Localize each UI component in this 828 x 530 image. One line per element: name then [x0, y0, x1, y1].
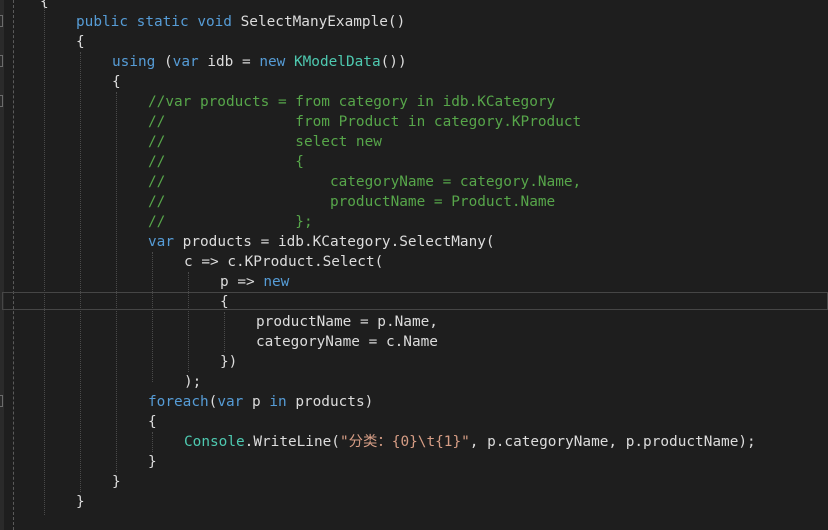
code-token: }	[148, 454, 157, 470]
code-token: new	[263, 274, 290, 290]
code-token: foreach	[148, 394, 209, 410]
code-token: // categoryName = category.Name,	[148, 174, 582, 190]
indent-guide	[116, 92, 117, 472]
code-token: var	[172, 54, 199, 70]
code-line[interactable]: // productName = Product.Name	[148, 192, 555, 212]
code-line[interactable]: }	[112, 472, 121, 492]
code-line[interactable]: public static void SelectManyExample()	[76, 12, 405, 32]
code-line[interactable]: {	[148, 412, 157, 432]
code-token: {	[40, 0, 49, 10]
code-token: KModelData	[293, 54, 381, 70]
code-token: static	[136, 14, 189, 30]
outlining-line	[13, 0, 14, 530]
collapse-marker[interactable]	[0, 395, 3, 407]
code-line[interactable]: p => new	[220, 272, 289, 292]
code-line[interactable]: Console.WriteLine("分类：{0}\t{1}", p.categ…	[184, 432, 756, 452]
code-line[interactable]: //var products = from category in idb.KC…	[148, 92, 555, 112]
indent-guide	[188, 272, 189, 372]
code-line[interactable]: }	[148, 452, 157, 472]
code-token: // productName = Product.Name	[148, 194, 556, 210]
code-line[interactable]: foreach(var p in products)	[148, 392, 373, 412]
indent-guide	[80, 52, 81, 492]
code-line[interactable]: );	[184, 372, 201, 392]
code-token: idb =	[198, 54, 260, 70]
indent-guide	[152, 252, 153, 382]
code-token: {	[76, 34, 85, 50]
code-line[interactable]: // select new	[148, 132, 382, 152]
code-token: // from Product in category.KProduct	[148, 114, 582, 130]
code-line[interactable]: // categoryName = category.Name,	[148, 172, 581, 192]
code-line[interactable]: var products = idb.KCategory.SelectMany(	[148, 232, 495, 252]
code-token: new	[259, 54, 286, 70]
code-line[interactable]: })	[220, 352, 237, 372]
code-line[interactable]: productName = p.Name,	[256, 312, 438, 332]
code-token: public	[76, 14, 128, 30]
code-token: }	[112, 474, 121, 490]
code-token: (	[155, 54, 173, 70]
code-token: p	[243, 394, 270, 410]
code-token: p =>	[220, 274, 264, 290]
code-token: productName = p.Name,	[256, 314, 438, 330]
code-token: SelectManyExample()	[231, 14, 406, 30]
code-token: //var products = from category in idb.KC…	[148, 94, 556, 110]
code-token: {	[112, 74, 121, 90]
collapse-marker[interactable]	[0, 15, 3, 27]
code-line[interactable]: using (var idb = new KModelData())	[112, 52, 407, 72]
code-token: in	[269, 394, 287, 410]
editor-margin	[0, 0, 4, 530]
collapse-marker[interactable]	[0, 55, 3, 67]
code-token: "分类：{0}\t{1}"	[339, 434, 470, 450]
code-editor[interactable]: { public static void SelectManyExample() {…	[0, 0, 828, 530]
code-token: products)	[286, 394, 374, 410]
code-line[interactable]: {	[76, 32, 85, 52]
code-line[interactable]: c => c.KProduct.Select(	[184, 252, 383, 272]
code-token: c => c.KProduct.Select(	[184, 254, 384, 270]
code-token: {	[220, 294, 229, 310]
code-line[interactable]: {	[220, 292, 229, 312]
code-token: categoryName = c.Name	[256, 334, 438, 350]
code-token: }	[76, 494, 85, 510]
code-line[interactable]: }	[76, 492, 85, 512]
code-token: // };	[148, 214, 313, 230]
code-line[interactable]: {	[40, 0, 49, 12]
code-token: );	[184, 374, 202, 390]
code-token: var	[148, 234, 174, 250]
current-line-highlight	[2, 292, 828, 310]
code-token: ())	[380, 54, 407, 70]
code-token: products = idb.KCategory.SelectMany(	[174, 234, 495, 250]
code-line[interactable]: // };	[148, 212, 313, 232]
code-token: , p.categoryName, p.productName);	[469, 434, 756, 450]
code-line[interactable]: // {	[148, 152, 304, 172]
code-token: var	[217, 394, 244, 410]
code-token: // {	[148, 154, 304, 170]
collapse-marker[interactable]	[0, 95, 3, 107]
code-token: Console	[184, 434, 245, 450]
code-token: })	[220, 354, 238, 370]
code-line[interactable]: // from Product in category.KProduct	[148, 112, 581, 132]
indent-guide	[224, 312, 225, 352]
code-line[interactable]: categoryName = c.Name	[256, 332, 438, 352]
code-token: WriteLine(	[253, 434, 340, 450]
indent-guide	[44, 0, 45, 515]
code-line[interactable]: {	[112, 72, 121, 92]
indent-guide	[152, 432, 153, 452]
code-token: // select new	[148, 134, 382, 150]
code-token: void	[197, 14, 232, 30]
code-token: using	[112, 54, 156, 70]
code-token: {	[148, 414, 157, 430]
